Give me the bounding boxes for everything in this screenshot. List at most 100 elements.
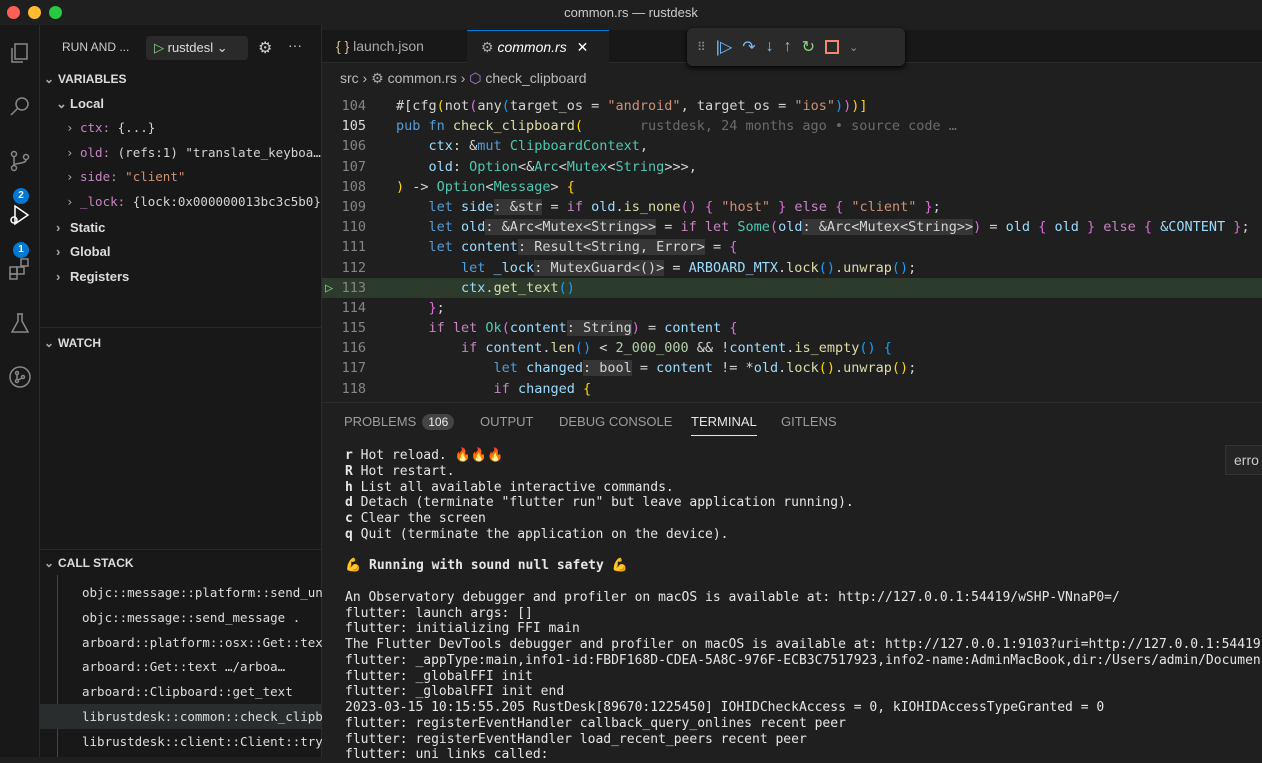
code-view[interactable]: 104 #[cfg(not(any(target_os = "android", … (322, 96, 1262, 399)
line-number[interactable]: 106 (322, 136, 366, 156)
scope-static[interactable]: › Static (56, 220, 105, 235)
search-icon[interactable] (0, 87, 40, 127)
maximize-window-button[interactable] (49, 6, 62, 19)
breadcrumb-item[interactable]: common.rs (388, 70, 457, 86)
line-number[interactable]: 110 (322, 217, 366, 237)
tab-label: PROBLEMS (344, 414, 417, 429)
extensions-icon[interactable] (0, 249, 40, 289)
line-number[interactable]: 109 (322, 197, 366, 217)
call-stack-frame[interactable]: objc::message::platform::send_unv (40, 580, 322, 605)
line-number[interactable]: 116 (322, 338, 366, 358)
line-number[interactable]: 118 (322, 379, 366, 399)
stop-icon[interactable] (825, 40, 840, 54)
tab-terminal[interactable]: TERMINAL (691, 414, 757, 436)
testing-icon[interactable] (0, 303, 40, 343)
variables-section-header[interactable]: ⌄ VARIABLES (44, 72, 126, 86)
minimize-window-button[interactable] (28, 6, 41, 19)
chevron-down-icon[interactable]: ⌄ (849, 41, 858, 54)
step-over-icon[interactable]: ↷ (742, 37, 755, 57)
line-number[interactable]: 105 (322, 116, 366, 136)
step-out-icon[interactable]: ↑ (784, 38, 792, 56)
variable-row[interactable]: › old: (refs:1) "translate_keyboa… (66, 145, 321, 160)
scope-registers[interactable]: › Registers (56, 269, 129, 284)
close-window-button[interactable] (7, 6, 20, 19)
tab-gitlens[interactable]: GITLENS (781, 414, 837, 429)
gitlens-icon[interactable] (0, 357, 40, 397)
scope-local[interactable]: ⌄ Local (56, 96, 104, 112)
code-token: () (680, 198, 697, 215)
json-file-icon: { } (336, 38, 350, 54)
variable-separator: : (110, 169, 126, 185)
scope-label: Static (70, 220, 106, 235)
code-token: if (566, 198, 592, 215)
callstack-section-header[interactable]: ⌄ CALL STACK (44, 556, 134, 570)
tab-output[interactable]: OUTPUT (480, 414, 533, 429)
variable-name: side (80, 169, 111, 185)
sidebar-title: RUN AND ... (62, 40, 130, 54)
code-token: ( (574, 118, 583, 135)
variable-row[interactable]: › side: "client" (66, 169, 185, 184)
line-number[interactable]: 117 (322, 358, 366, 378)
more-actions-icon[interactable]: ··· (288, 37, 302, 53)
step-into-icon[interactable]: ↓ (766, 38, 774, 56)
call-stack-frame[interactable]: arboard::Clipboard::get_text (40, 679, 322, 704)
start-debug-icon[interactable]: ▷ (154, 40, 164, 55)
code-token: _lock (493, 259, 535, 276)
code-token: let (428, 239, 462, 256)
call-stack-frame[interactable]: objc::message::send_message . (40, 605, 322, 630)
variable-row[interactable]: › ctx: {...} (66, 120, 155, 135)
continue-icon[interactable]: |▷ (716, 37, 732, 57)
line-number[interactable]: 114 (322, 298, 366, 318)
code-token: "android" (607, 98, 681, 114)
line-number[interactable]: 104 (322, 96, 366, 116)
tab-problems[interactable]: PROBLEMS 106 (344, 414, 455, 430)
window-controls (7, 6, 62, 19)
code-line: 114 }; (322, 298, 1262, 318)
terminal-text: An Observatory debugger and profiler on … (345, 589, 1120, 605)
line-number[interactable]: 108 (322, 177, 366, 197)
call-stack-frame[interactable]: arboard::platform::osx::Get::text (40, 630, 322, 655)
watch-section-header[interactable]: ⌄ WATCH (44, 336, 101, 350)
code-token: () (818, 259, 835, 276)
terminal-line: flutter: registerEventHandler callback_q… (345, 716, 1261, 732)
tab-debug-console[interactable]: DEBUG CONSOLE (559, 414, 672, 429)
line-number[interactable]: 107 (322, 157, 366, 177)
variable-row[interactable]: › _lock: {lock:0x000000013bc3c5b0} (66, 194, 321, 209)
call-stack-frame[interactable]: arboard::Get::text …/arboa… (40, 654, 322, 679)
variable-separator: : (117, 193, 133, 209)
scope-label: Local (70, 96, 104, 111)
run-debug-icon[interactable] (0, 195, 40, 235)
code-token: ; (1241, 219, 1250, 236)
code-text: ctx: &mut ClipboardContext, (396, 136, 648, 156)
code-token: ( (501, 320, 510, 337)
variables-title: VARIABLES (58, 72, 127, 86)
code-token: { (1030, 219, 1055, 236)
code-token: side (461, 198, 494, 215)
code-token: 2_000_000 (615, 340, 689, 357)
line-number[interactable]: 115 (322, 318, 366, 338)
breadcrumb-item[interactable]: check_clipboard (485, 70, 586, 86)
line-number[interactable]: 111 (322, 237, 366, 257)
restart-icon[interactable]: ↻ (802, 37, 815, 57)
call-stack-frame[interactable]: librustdesk::client::Client::try_ (40, 729, 322, 754)
tab-common-rs[interactable]: ⚙ common.rs ✕ (467, 30, 609, 63)
gear-icon[interactable]: ⚙ (258, 38, 272, 58)
source-control-icon[interactable] (0, 141, 40, 181)
current-statement-icon[interactable]: ▷ (325, 278, 333, 298)
tab-launch-json[interactable]: { } launch.json (322, 30, 467, 63)
code-token: >>>, (664, 158, 697, 175)
scope-global[interactable]: › Global (56, 244, 110, 259)
line-number[interactable]: 112 (322, 258, 366, 278)
code-token: old (1005, 219, 1031, 236)
close-tab-icon[interactable]: ✕ (577, 39, 589, 55)
drag-handle-icon[interactable]: ⠿ (697, 40, 706, 54)
call-stack-frame[interactable]: librustdesk::common::check_clipboard (40, 704, 322, 729)
explorer-icon[interactable] (0, 33, 40, 73)
code-token: } (1225, 219, 1242, 236)
code-token: () (891, 360, 909, 377)
code-token: Option (436, 178, 486, 195)
debug-config-select[interactable]: ▷ rustdesl ⌄ (146, 36, 248, 60)
terminal-output[interactable]: r Hot reload. 🔥🔥🔥 R Hot restart. h List al… (345, 448, 1261, 763)
breadcrumb-item[interactable]: src (340, 70, 359, 86)
